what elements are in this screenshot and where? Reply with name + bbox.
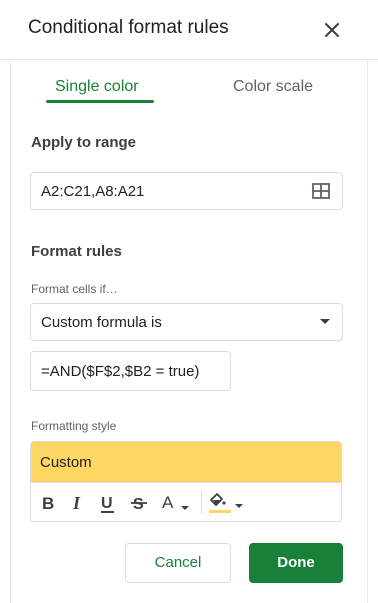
formatting-style-label: Formatting style [31,419,117,433]
panel-header: Conditional format rules [0,0,378,60]
done-button[interactable]: Done [249,543,343,583]
style-preset-label: Custom [40,454,92,471]
toolbar-divider [201,492,202,514]
svg-text:B: B [42,494,54,513]
text-color-icon[interactable]: A [159,491,193,515]
bold-icon[interactable]: B [39,491,59,515]
fill-color-icon[interactable] [208,491,248,515]
condition-select[interactable]: Custom formula is [30,303,343,341]
range-input[interactable]: A2:C21,A8:A21 [30,172,343,210]
active-tab-indicator [46,100,154,103]
tab-single-color[interactable]: Single color [55,78,139,96]
formula-input[interactable]: =AND($F$2,$B2 = true) [30,351,231,391]
underline-icon[interactable]: U [97,491,119,515]
chevron-down-icon [320,319,330,324]
cancel-button[interactable]: Cancel [125,543,231,583]
tab-color-scale[interactable]: Color scale [233,78,313,96]
conditional-format-panel: Conditional format rules Single color Co… [0,0,378,603]
svg-text:A: A [162,493,174,512]
style-toolbar: B I U S A [31,482,341,521]
formula-value: =AND($F$2,$B2 = true) [41,363,200,380]
condition-value: Custom formula is [41,314,162,331]
svg-text:I: I [72,493,81,513]
svg-text:S: S [133,496,144,513]
strikethrough-icon[interactable]: S [128,491,150,515]
close-icon[interactable] [320,18,344,42]
formatting-style-box: Custom B I U S A [30,441,342,522]
range-value: A2:C21,A8:A21 [41,183,145,200]
svg-text:U: U [101,495,113,512]
apply-to-range-heading: Apply to range [31,134,137,151]
panel-title: Conditional format rules [28,17,229,38]
italic-icon[interactable]: I [68,491,88,515]
format-cells-if-label: Format cells if… [31,282,118,296]
grid-select-icon[interactable] [312,183,330,199]
style-preview[interactable]: Custom [31,442,341,482]
format-rules-heading: Format rules [31,243,122,260]
